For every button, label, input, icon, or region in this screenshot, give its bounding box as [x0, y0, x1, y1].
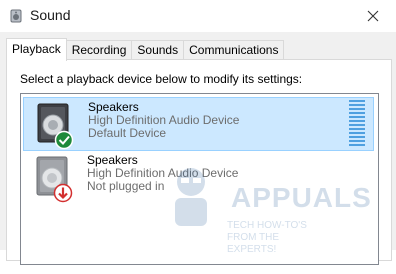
- device-text: Speakers High Definition Audio Device No…: [87, 154, 238, 193]
- speaker-icon: [36, 156, 73, 203]
- dialog-body: Playback Recording Sounds Communications…: [0, 32, 396, 265]
- tab-playback[interactable]: Playback: [6, 38, 67, 61]
- close-icon: [367, 10, 379, 22]
- close-button[interactable]: [350, 0, 396, 32]
- playback-panel: Select a playback device below to modify…: [6, 59, 392, 265]
- watermark-tagline: TECH HOW-TO'S FROM THE EXPERTS!: [227, 220, 307, 255]
- tab-strip: Playback Recording Sounds Communications: [6, 38, 285, 61]
- volume-level-meter: [349, 100, 365, 146]
- green-check-icon: [54, 130, 74, 150]
- device-text: Speakers High Definition Audio Device De…: [88, 101, 239, 140]
- speaker-icon: [10, 9, 22, 23]
- speaker-icon: [37, 103, 74, 150]
- device-status: Not plugged in: [87, 179, 165, 193]
- tab-recording[interactable]: Recording: [65, 40, 133, 60]
- tab-communications[interactable]: Communications: [183, 40, 285, 60]
- window-title: Sound: [30, 7, 71, 23]
- tab-sounds[interactable]: Sounds: [131, 40, 185, 60]
- title-bar: Sound: [0, 0, 396, 32]
- instruction-text: Select a playback device below to modify…: [20, 72, 303, 86]
- device-list[interactable]: Speakers High Definition Audio Device De…: [20, 93, 379, 265]
- device-item-speakers-default[interactable]: Speakers High Definition Audio Device De…: [23, 97, 374, 151]
- device-item-speakers-unplugged[interactable]: Speakers High Definition Audio Device No…: [23, 151, 374, 205]
- device-status: Default Device: [88, 126, 167, 140]
